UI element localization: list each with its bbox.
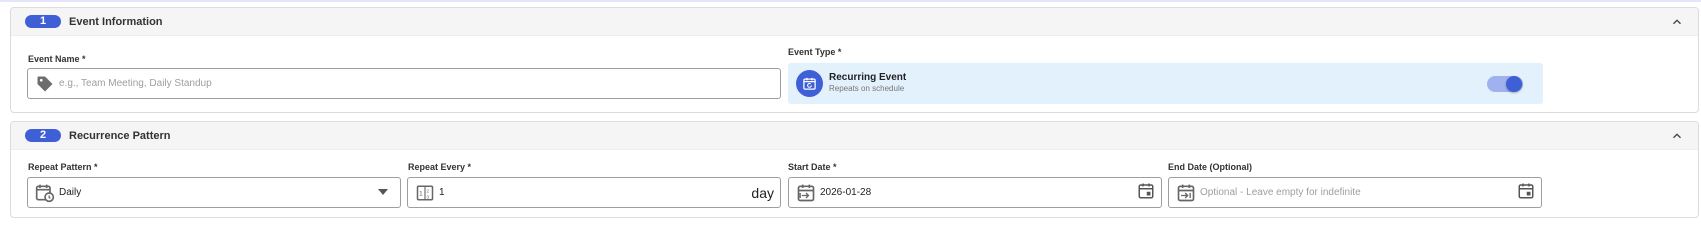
calendar-picker-icon[interactable] xyxy=(1137,182,1155,200)
recurring-event-subtitle: Repeats on schedule xyxy=(829,84,905,93)
dropdown-arrow-icon[interactable] xyxy=(378,189,388,195)
repeat-every-value: 1 xyxy=(439,187,445,198)
chevron-up-icon[interactable] xyxy=(1670,15,1684,29)
start-date-value: 2026-01-28 xyxy=(820,187,872,198)
repeat-every-unit: day xyxy=(751,185,774,201)
event-information-section: 1 Event Information Event Name * e.g., T… xyxy=(10,7,1699,113)
calendar-clock-icon xyxy=(34,182,56,204)
svg-text:2: 2 xyxy=(427,188,430,193)
start-date-field[interactable]: 2026-01-28 xyxy=(788,177,1162,208)
number-icon: 123 xyxy=(414,182,436,204)
repeat-pattern-select[interactable]: Daily xyxy=(27,177,401,208)
step-badge: 2 xyxy=(25,129,61,142)
repeat-pattern-value: Daily xyxy=(59,187,82,198)
calendar-picker-icon[interactable] xyxy=(1517,182,1535,200)
recurring-event-option[interactable]: Recurring Event Repeats on schedule xyxy=(788,63,1543,104)
recurring-event-title: Recurring Event xyxy=(829,72,907,83)
recurrence-pattern-section: 2 Recurrence Pattern Repeat Pattern * Da… xyxy=(10,121,1699,218)
calendar-end-icon xyxy=(1175,182,1197,204)
event-name-field[interactable]: e.g., Team Meeting, Daily Standup xyxy=(27,68,781,99)
event-name-placeholder: e.g., Team Meeting, Daily Standup xyxy=(59,78,212,89)
end-date-label: End Date (Optional) xyxy=(1168,162,1252,172)
svg-text:3: 3 xyxy=(427,194,430,199)
event-type-label: Event Type * xyxy=(788,47,842,57)
chevron-up-icon[interactable] xyxy=(1670,129,1684,143)
calendar-repeat-icon xyxy=(796,70,823,97)
end-date-field[interactable]: Optional - Leave empty for indefinite xyxy=(1168,177,1542,208)
repeat-every-field[interactable]: 123 1 day xyxy=(407,177,781,208)
event-name-label: Event Name * xyxy=(28,54,86,64)
step-badge: 1 xyxy=(25,15,61,28)
repeat-pattern-label: Repeat Pattern * xyxy=(28,162,98,172)
repeat-every-label: Repeat Every * xyxy=(408,162,472,172)
recurrence-pattern-header[interactable]: 2 Recurrence Pattern xyxy=(11,122,1698,150)
section-title: Recurrence Pattern xyxy=(69,129,171,142)
end-date-placeholder: Optional - Leave empty for indefinite xyxy=(1200,187,1361,198)
toggle-knob xyxy=(1506,76,1522,92)
tag-icon xyxy=(34,73,56,95)
recurring-toggle[interactable] xyxy=(1487,76,1523,92)
calendar-start-icon xyxy=(795,182,817,204)
start-date-label: Start Date * xyxy=(788,162,837,172)
section-title: Event Information xyxy=(69,15,163,28)
svg-text:1: 1 xyxy=(419,190,423,197)
event-information-header[interactable]: 1 Event Information xyxy=(11,8,1698,36)
top-divider xyxy=(0,0,1701,2)
